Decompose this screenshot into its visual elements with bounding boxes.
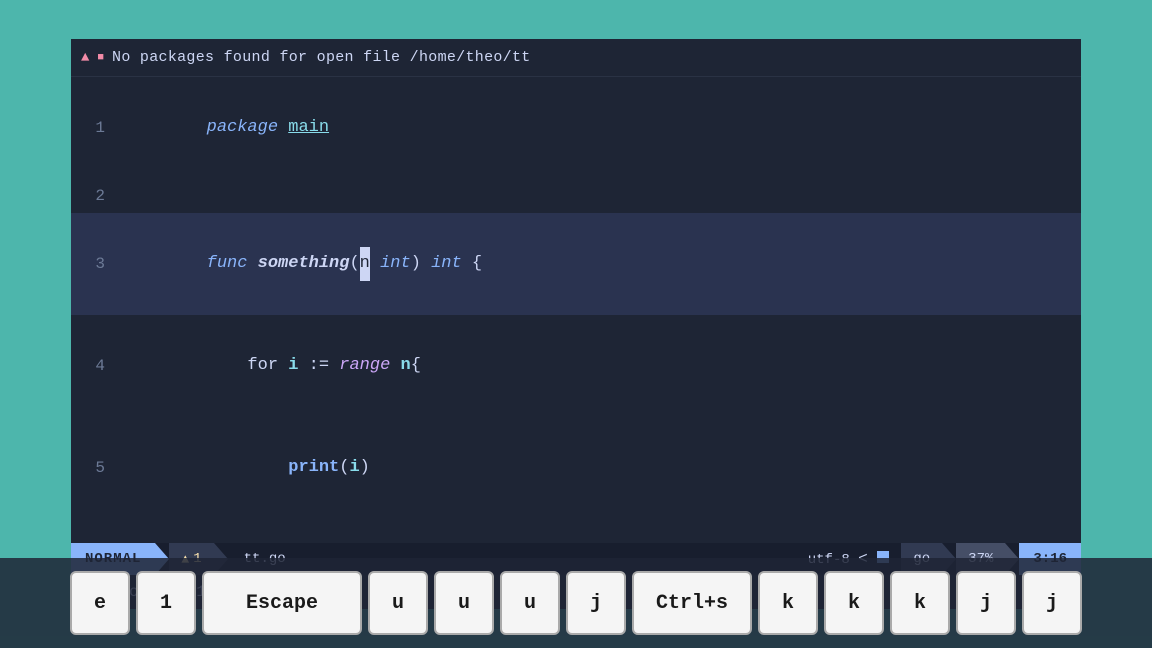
keyword-main: main <box>288 118 329 137</box>
message-text: No packages found for open file /home/th… <box>112 49 531 66</box>
dot-icon: ■ <box>97 52 104 64</box>
line-content-1: package main <box>121 77 1081 179</box>
line-content-3: func something(n int) int { <box>121 213 1081 315</box>
line-num-3: 3 <box>71 247 121 281</box>
return-type: int <box>431 254 462 273</box>
var-i: i <box>288 356 298 375</box>
keyboard-row: e 1 Escape u u u j Ctrl+s k k k j j <box>0 558 1152 648</box>
line-content-6: } <box>121 519 1081 543</box>
editor-container: ▲ ■ No packages found for open file /hom… <box>71 39 1081 609</box>
paren-close: ) <box>411 254 431 273</box>
code-line-1: 1 package main <box>71 77 1081 179</box>
space2 <box>390 356 400 375</box>
key-escape[interactable]: Escape <box>202 571 362 635</box>
indent2 <box>207 458 289 477</box>
key-j-3[interactable]: j <box>1022 571 1082 635</box>
warning-triangle-icon: ▲ <box>81 50 89 66</box>
param-type: int <box>380 254 411 273</box>
key-j-2[interactable]: j <box>956 571 1016 635</box>
code-line-2: 2 <box>71 179 1081 213</box>
line-num-5: 5 <box>71 451 121 485</box>
brace-open: { <box>462 254 482 273</box>
key-1[interactable]: 1 <box>136 571 196 635</box>
key-ctrl-s[interactable]: Ctrl+s <box>632 571 752 635</box>
code-line-6: 6 } <box>71 519 1081 543</box>
line-content-4: for i := range n{ <box>121 315 1081 417</box>
code-line-4: 4 for i := range n{ <box>71 315 1081 417</box>
line-content-5: print(i) <box>121 417 1081 519</box>
keyword-print: print <box>288 458 339 477</box>
key-k-3[interactable]: k <box>890 571 950 635</box>
paren-open: ( <box>349 254 359 273</box>
keyword-range: range <box>339 356 390 375</box>
key-j-1[interactable]: j <box>566 571 626 635</box>
code-area: 1 package main 2 3 func something(n int)… <box>71 77 1081 543</box>
paren1: ( <box>339 458 349 477</box>
line-num-1: 1 <box>71 111 121 145</box>
paren2: ) <box>360 458 370 477</box>
keyword-package: package <box>207 118 289 137</box>
assign: := <box>298 356 339 375</box>
key-k-1[interactable]: k <box>758 571 818 635</box>
cursor: n <box>360 247 370 281</box>
var-n: n <box>400 356 410 375</box>
line-num-2: 2 <box>71 179 121 213</box>
keyword-func: func <box>207 254 258 273</box>
key-u-3[interactable]: u <box>500 571 560 635</box>
line-num-4: 4 <box>71 349 121 383</box>
message-bar: ▲ ■ No packages found for open file /hom… <box>71 39 1081 77</box>
code-line-3: 3 func something(n int) int { <box>71 213 1081 315</box>
space <box>370 254 380 273</box>
var-i2: i <box>349 458 359 477</box>
key-u-1[interactable]: u <box>368 571 428 635</box>
key-e[interactable]: e <box>70 571 130 635</box>
keyword-something: something <box>258 254 350 273</box>
key-k-2[interactable]: k <box>824 571 884 635</box>
code-line-5: 5 print(i) <box>71 417 1081 519</box>
key-u-2[interactable]: u <box>434 571 494 635</box>
brace: { <box>411 356 421 375</box>
indent: for <box>207 356 289 375</box>
